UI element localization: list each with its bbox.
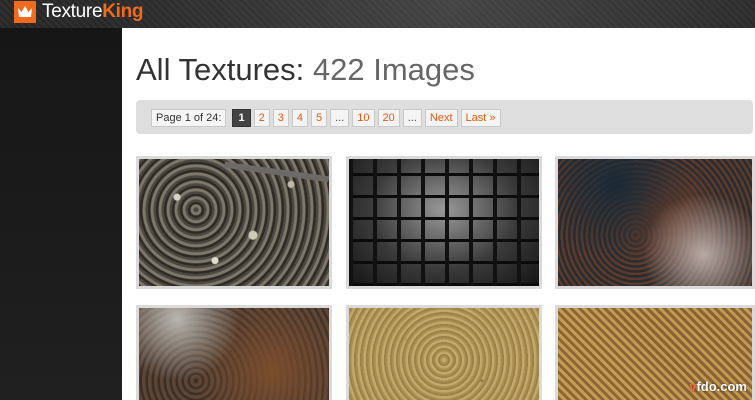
page-link-10[interactable]: 10 [352,109,375,127]
texture-thumbnail-rusted-speckled-metal[interactable] [555,156,755,289]
pagination-bar: Page 1 of 24: 1 2 3 4 5 ... 10 20 ... Ne… [136,100,753,134]
page-title-label: All Textures: [136,52,305,87]
texture-thumbnail-sand-gravel[interactable] [346,305,542,400]
site-header: TextureKing [0,0,755,28]
texture-image [139,308,329,400]
texture-thumbnail-charred-wood[interactable] [346,156,542,289]
texture-thumbnail-corroded-metal[interactable] [136,305,332,400]
watermark-suffix: fdo.com [696,379,747,394]
logo-text-king: King [102,1,144,22]
image-count: 422 Images [312,52,475,87]
page-link-20[interactable]: 20 [377,109,400,127]
texture-thumbnail-ash-debris[interactable] [136,156,332,289]
logo-wordmark: TextureKing [42,1,144,23]
crown-icon [14,1,36,23]
texture-image [139,159,329,286]
page-link-4[interactable]: 4 [291,109,308,127]
texture-image [558,159,752,286]
logo[interactable]: TextureKing [14,1,144,23]
pagination-controls: Page 1 of 24: 1 2 3 4 5 ... 10 20 ... Ne… [151,109,504,127]
next-page-link[interactable]: Next [424,109,458,127]
watermark-logo: vfdo.com [689,379,747,394]
texture-image [349,308,539,400]
page-current: 1 [232,109,251,127]
page-link-5[interactable]: 5 [310,109,328,127]
page-link-3[interactable]: 3 [272,109,289,127]
last-page-link[interactable]: Last » [460,109,501,127]
logo-text-texture: Texture [42,1,103,22]
pagination-ellipsis-2: ... [402,109,422,127]
page-title: All Textures: 422 Images [136,52,475,88]
main-content: All Textures: 422 Images Page 1 of 24: 1… [122,28,755,400]
texture-image [349,159,539,286]
pagination-ellipsis: ... [330,109,350,127]
left-sidebar [0,28,122,400]
pagination-label: Page 1 of 24: [151,109,227,127]
page-link-2[interactable]: 2 [253,109,270,127]
